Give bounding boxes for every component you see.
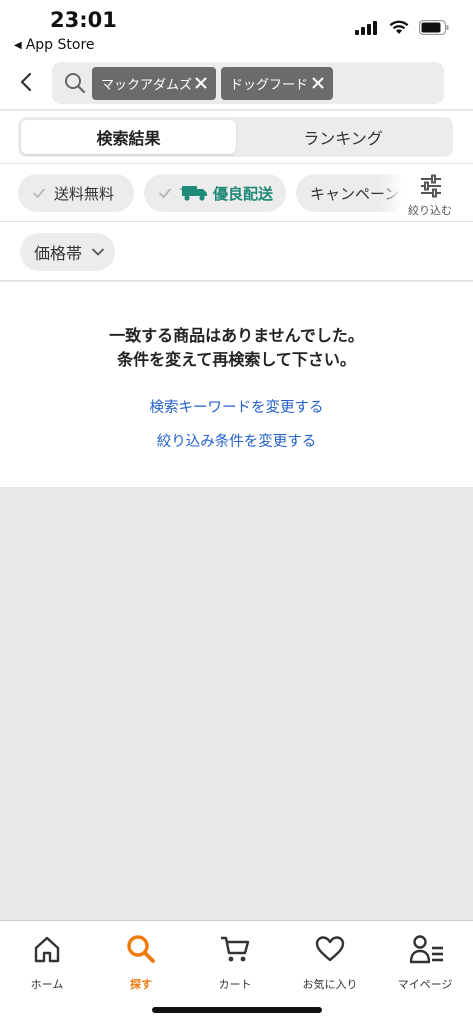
change-keyword-link[interactable]: 検索キーワードを変更する — [0, 396, 473, 417]
sliders-icon — [421, 174, 441, 198]
status-time: 23:01 — [50, 8, 117, 32]
price-range-dropdown[interactable]: 価格帯 — [20, 233, 115, 271]
tab-favorites-label: お気に入り — [302, 978, 358, 991]
tab-ranking[interactable]: ランキング — [236, 120, 450, 154]
check-icon — [158, 188, 172, 199]
change-filter-link[interactable]: 絞り込み条件を変更する — [0, 430, 473, 451]
chevron-left-icon — [20, 72, 32, 92]
back-to-app-store[interactable]: ◀ App Store — [14, 37, 95, 53]
keyword-chip-label: ドッグフード — [230, 78, 309, 93]
tab-search[interactable]: 探す — [94, 931, 188, 991]
keyword-chip-label: マックアダムズ — [101, 78, 193, 93]
keyword-chip[interactable]: ドッグフード — [221, 67, 333, 100]
user-icon — [409, 935, 443, 964]
empty-result-panel: 一致する商品はありませんでした。 条件を変えて再検索して下さい。 検索キーワード… — [0, 282, 473, 487]
priority-delivery-filter[interactable]: 優良配送 — [144, 174, 286, 212]
search-icon — [65, 73, 86, 94]
wifi-icon — [389, 20, 409, 34]
free-shipping-label: 送料無料 — [54, 184, 115, 203]
scroll-fade — [380, 164, 402, 221]
tab-favorites[interactable]: お気に入り — [283, 931, 377, 991]
price-range-label: 価格帯 — [34, 244, 83, 263]
filter-row: 送料無料 優良配送 キャンペーン 絞り込む — [0, 164, 473, 222]
home-indicator — [152, 1007, 322, 1013]
tab-home-label: ホーム — [30, 978, 64, 991]
search-icon — [127, 935, 155, 963]
tab-mypage-label: マイページ — [397, 978, 453, 991]
remove-keyword-icon[interactable] — [193, 75, 209, 91]
cart-icon — [221, 936, 250, 962]
tab-search-label: 探す — [130, 978, 152, 991]
retry-hint-message: 条件を変えて再検索して下さい。 — [117, 350, 356, 369]
tab-cart-label: カート — [218, 978, 252, 991]
truck-icon — [180, 186, 207, 201]
tab-search-results[interactable]: 検索結果 — [21, 120, 236, 154]
chevron-down-icon — [91, 248, 105, 256]
refine-label: 絞り込む — [408, 204, 452, 217]
back-triangle-icon: ◀ — [14, 39, 22, 51]
status-icons — [355, 20, 449, 35]
back-button[interactable] — [14, 67, 40, 97]
tab-home[interactable]: ホーム — [0, 931, 94, 991]
result-tabs-row: 検索結果 ランキング — [0, 111, 473, 164]
battery-icon — [419, 20, 449, 35]
status-bar: 23:01 ◀ App Store — [0, 0, 473, 56]
home-icon — [34, 936, 60, 963]
keyword-chip[interactable]: マックアダムズ — [92, 67, 216, 100]
search-box[interactable]: マックアダムズ ドッグフード — [52, 62, 444, 104]
remove-keyword-icon[interactable] — [310, 75, 326, 91]
segmented-control: 検索結果 ランキング — [18, 117, 453, 157]
tab-cart[interactable]: カート — [188, 931, 282, 991]
tab-mypage[interactable]: マイページ — [378, 931, 472, 991]
heart-icon — [315, 936, 345, 962]
price-filter-row: 価格帯 — [0, 222, 473, 281]
priority-delivery-label: 優良配送 — [213, 184, 274, 203]
search-header: マックアダムズ ドッグフード — [0, 56, 473, 110]
refine-button[interactable]: 絞り込む — [402, 164, 473, 221]
back-app-label: App Store — [25, 37, 95, 53]
check-icon — [32, 188, 46, 199]
signal-icon — [355, 20, 377, 35]
free-shipping-filter[interactable]: 送料無料 — [18, 174, 134, 212]
no-results-message: 一致する商品はありませんでした。 — [109, 326, 364, 345]
